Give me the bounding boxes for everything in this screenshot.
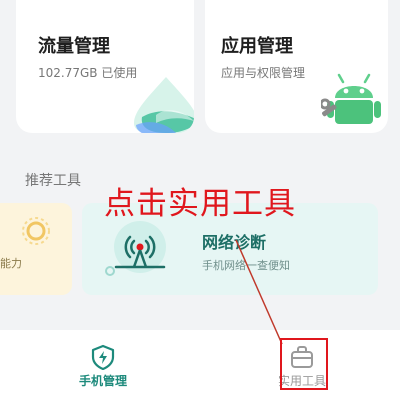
screen: 流量管理 102.77GB 已使用 应用管理 应用与权限管理 推荐工具 能力 网… (0, 0, 400, 400)
annotation-text: 点击实用工具 (104, 186, 296, 222)
highlight-box (280, 338, 328, 390)
